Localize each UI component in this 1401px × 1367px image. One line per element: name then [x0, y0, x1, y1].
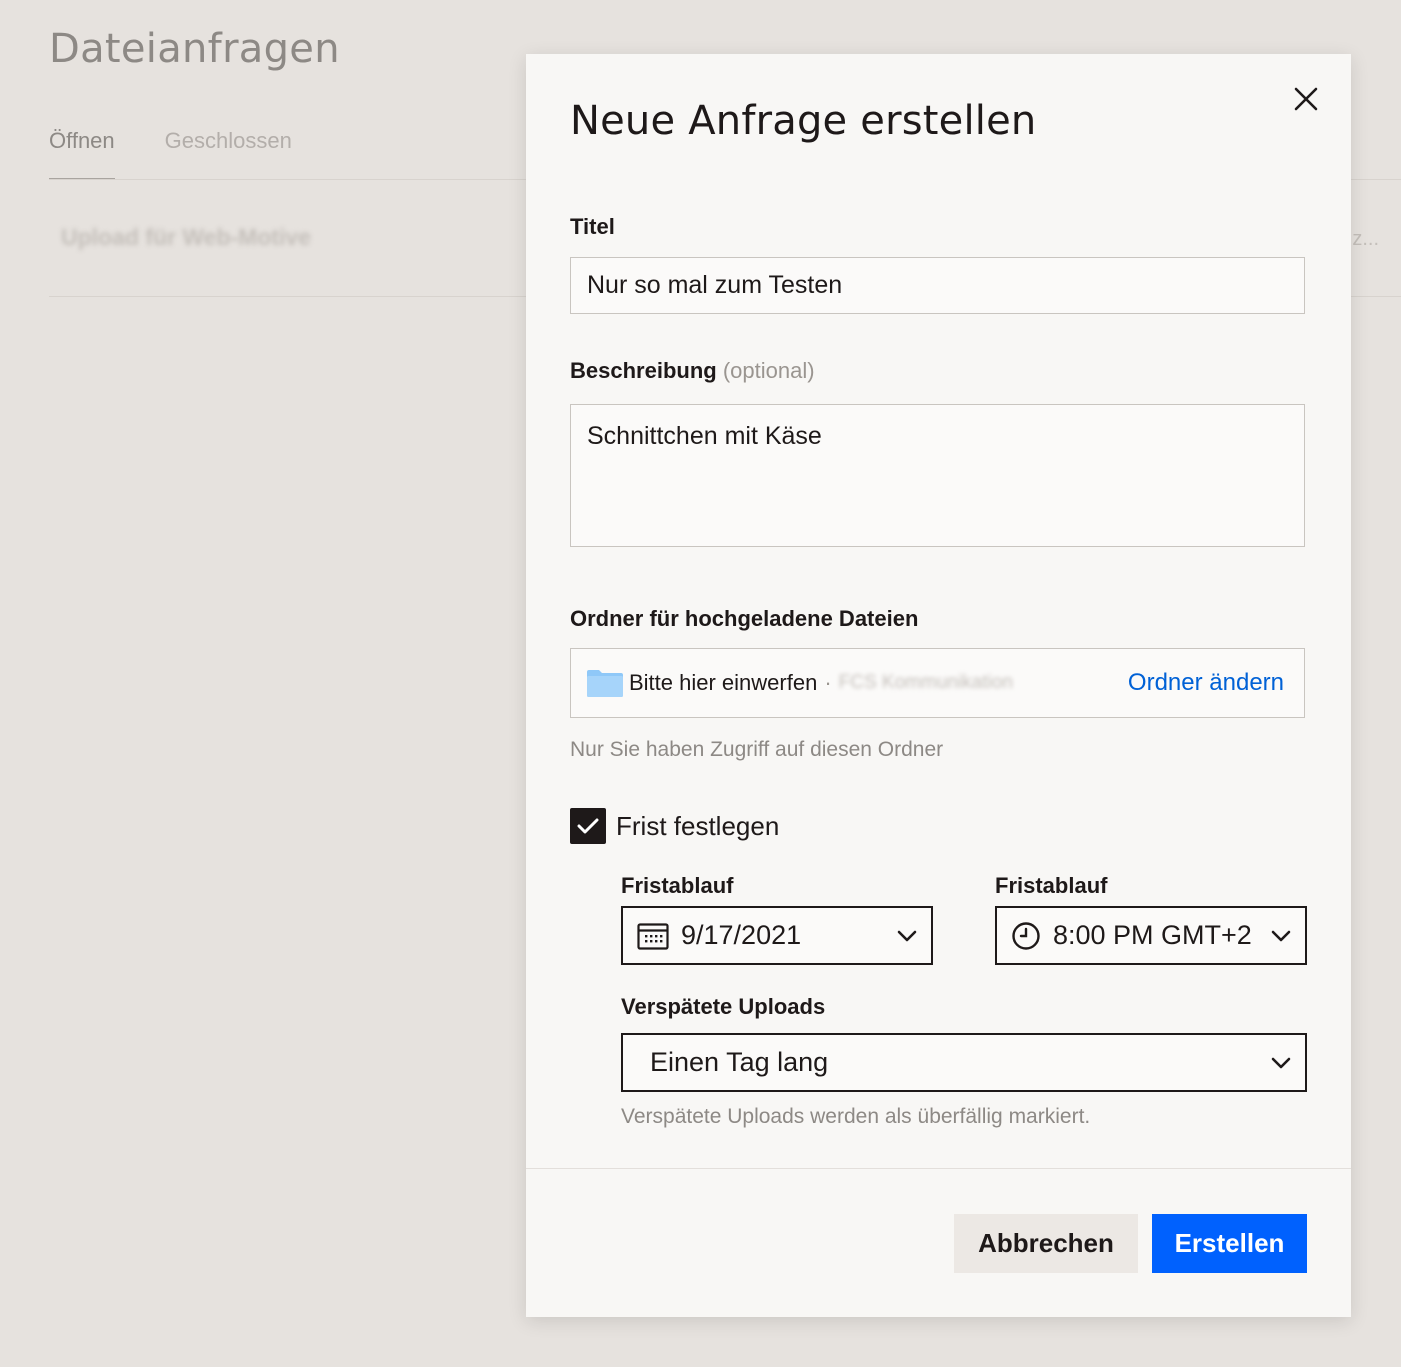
- chevron-down-icon: [1271, 930, 1291, 942]
- close-icon: [1294, 87, 1318, 111]
- clock-icon: [1011, 921, 1041, 951]
- late-uploads-label: Verspätete Uploads: [621, 994, 826, 1019]
- folder-hint: Nur Sie haben Zugriff auf diesen Ordner: [570, 738, 944, 761]
- create-button[interactable]: Erstellen: [1152, 1214, 1307, 1273]
- time-picker[interactable]: 8:00 PM GMT+2: [995, 906, 1307, 965]
- tab-closed[interactable]: Geschlossen: [165, 128, 292, 180]
- late-uploads-value: Einen Tag lang: [650, 1047, 829, 1077]
- late-uploads-select[interactable]: Einen Tag lang: [621, 1033, 1307, 1092]
- chevron-down-icon: [897, 930, 917, 942]
- deadline-toggle[interactable]: Frist festlegen: [570, 808, 779, 844]
- folder-label: Ordner für hochgeladene Dateien: [570, 606, 919, 631]
- description-textarea[interactable]: Schnittchen mit Käse: [570, 404, 1305, 547]
- optional-hint: (optional): [722, 358, 815, 383]
- description-label: Beschreibung (optional): [570, 358, 815, 384]
- folder-selector: Bitte hier einwerfen · FCS Kommunikation…: [570, 648, 1305, 718]
- change-folder-link[interactable]: Ordner ändern: [1128, 669, 1284, 697]
- calendar-icon: [637, 922, 669, 950]
- description-label-text: Beschreibung: [570, 358, 717, 383]
- folder-path: FCS Kommunikation: [838, 672, 1013, 693]
- chevron-down-icon: [1271, 1057, 1291, 1069]
- page-title: Dateianfragen: [49, 26, 340, 72]
- tab-open[interactable]: Öffnen: [49, 128, 115, 180]
- checkmark-icon: [577, 818, 599, 834]
- date-picker[interactable]: 9/17/2021: [621, 906, 933, 965]
- footer-divider: [526, 1168, 1351, 1169]
- folder-name: Bitte hier einwerfen: [629, 670, 818, 695]
- dialog-title: Neue Anfrage erstellen: [570, 98, 1037, 144]
- request-meta: z...: [1352, 228, 1379, 250]
- date-value: 9/17/2021: [681, 920, 802, 950]
- tab-bar: Öffnen Geschlossen: [49, 128, 292, 180]
- time-label: Fristablauf: [995, 873, 1108, 898]
- folder-icon: [587, 669, 623, 697]
- cancel-button[interactable]: Abbrechen: [954, 1214, 1138, 1273]
- late-uploads-hint: Verspätete Uploads werden als überfällig…: [621, 1105, 1091, 1128]
- date-label: Fristablauf: [621, 873, 734, 898]
- folder-separator: ·: [824, 670, 832, 695]
- title-label: Titel: [570, 214, 615, 239]
- close-button[interactable]: [1291, 84, 1321, 114]
- request-title: Upload für Web-Motive: [61, 224, 312, 250]
- create-request-dialog: Neue Anfrage erstellen Titel Nur so mal …: [526, 54, 1351, 1317]
- time-value: 8:00 PM GMT+2: [1053, 920, 1252, 950]
- deadline-checkbox[interactable]: [570, 808, 606, 844]
- title-input[interactable]: Nur so mal zum Testen: [570, 257, 1305, 314]
- deadline-label: Frist festlegen: [616, 810, 780, 841]
